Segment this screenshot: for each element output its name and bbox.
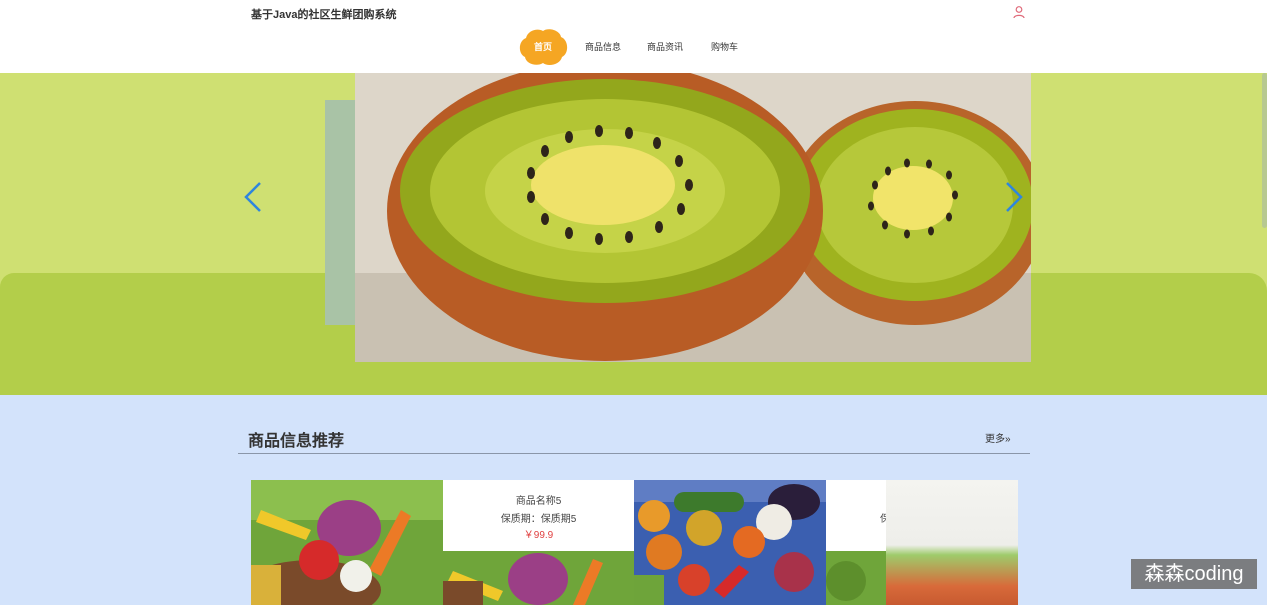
chevron-right-icon[interactable] bbox=[1003, 179, 1025, 215]
user-icon[interactable] bbox=[1012, 5, 1026, 19]
nav-item-cart[interactable]: 购物车 bbox=[711, 28, 738, 66]
nav-item-label: 首页 bbox=[533, 42, 552, 52]
product-image[interactable] bbox=[634, 480, 826, 605]
more-link[interactable]: 更多» bbox=[985, 430, 1011, 445]
section-title: 商品信息推荐 bbox=[248, 433, 345, 450]
more-link-label: 更多 bbox=[985, 434, 1005, 445]
nav-item-news[interactable]: 商品资讯 bbox=[647, 28, 683, 66]
product-image[interactable] bbox=[443, 551, 635, 605]
page-scrollbar[interactable] bbox=[1262, 73, 1267, 228]
product-shelf-life: 保质期：保质期5 bbox=[500, 514, 577, 525]
product-card[interactable]: 商品名称5 保质期：保质期5 ￥99.9 bbox=[443, 480, 634, 551]
nav-item-home[interactable]: 首页 bbox=[518, 28, 568, 66]
banner-carousel bbox=[0, 73, 1267, 395]
product-name: 商品名称5 bbox=[515, 496, 562, 507]
watermark-label: 森森coding bbox=[1131, 559, 1257, 589]
blurred-overlay bbox=[886, 480, 1018, 605]
nav-item-products[interactable]: 商品信息 bbox=[585, 28, 621, 66]
top-header: 基于Java的社区生鲜团购系统 首页 商品信息 商品资讯 购物车 bbox=[0, 0, 1267, 73]
section-divider bbox=[238, 453, 1030, 454]
product-price: ￥99.9 bbox=[523, 530, 554, 541]
site-title: 基于Java的社区生鲜团购系统 bbox=[251, 9, 397, 21]
product-image[interactable] bbox=[251, 480, 443, 605]
banner-slide-image bbox=[355, 73, 1031, 362]
double-chevron-right-icon: » bbox=[1005, 434, 1011, 445]
chevron-left-icon[interactable] bbox=[242, 179, 264, 215]
